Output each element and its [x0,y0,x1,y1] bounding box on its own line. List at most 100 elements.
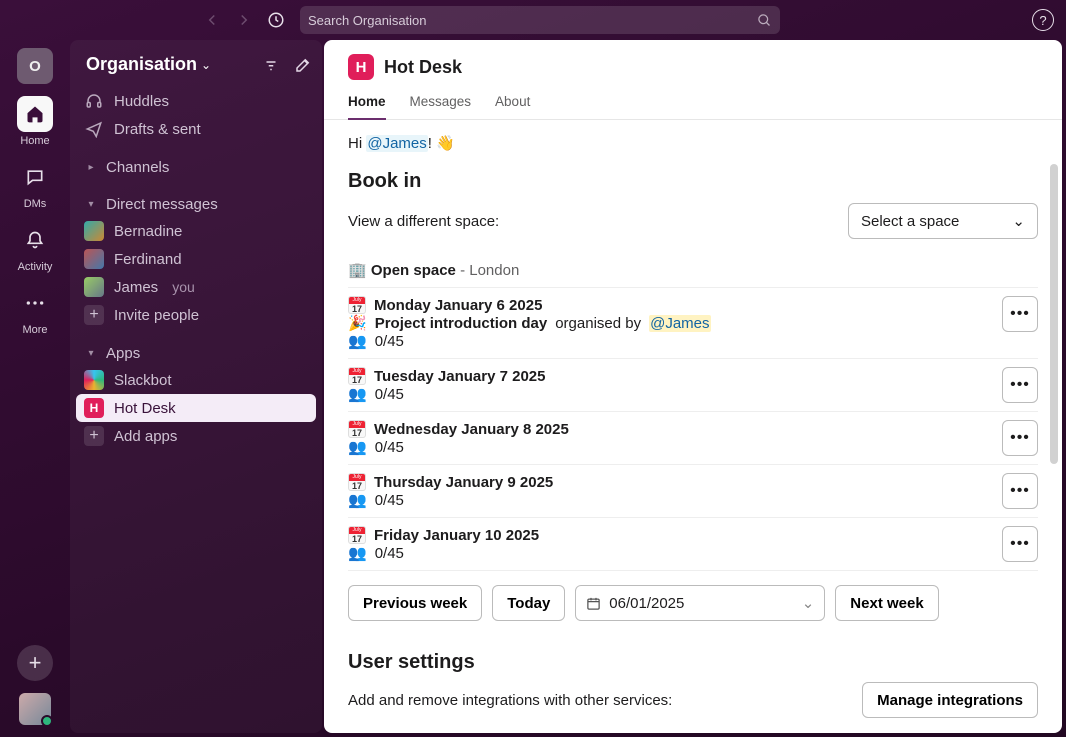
sidebar-add-apps[interactable]: + Add apps [70,422,322,450]
rail-label: More [22,324,47,336]
rail-item-more[interactable]: More [17,285,53,336]
day-date: Wednesday January 8 2025 [374,421,569,438]
dm-avatar [84,277,104,297]
today-button[interactable]: Today [492,585,565,621]
view-space-label: View a different space: [348,213,499,230]
people-emoji: 👥 [348,385,367,403]
add-workspace-button[interactable]: + [17,645,53,681]
dm-name: Bernadine [114,223,182,240]
occupancy-count: 0/45 [375,386,404,403]
booking-day: July17Thursday January 9 2025👥0/45••• [348,465,1038,518]
workspace-tile[interactable]: O [17,48,53,84]
booking-day: July17Wednesday January 8 2025👥0/45••• [348,412,1038,465]
booking-day: July17Tuesday January 7 2025👥0/45••• [348,359,1038,412]
previous-week-button[interactable]: Previous week [348,585,482,621]
rail: O Home DMs Activity More + [0,40,70,733]
bookin-heading: Book in [348,170,1038,193]
sidebar-item-label: Add apps [114,428,177,445]
history-button[interactable] [264,8,288,32]
compose-button[interactable] [294,56,312,74]
workspace-name[interactable]: Organisation [86,54,197,75]
plus-icon: + [84,426,104,446]
tab-home[interactable]: Home [348,88,386,119]
sidebar-dm-item[interactable]: Bernadine [70,217,322,245]
sidebar-item-label: Huddles [114,93,169,110]
date-picker[interactable]: 06/01/2025 ⌄ [575,585,825,621]
select-space-dropdown[interactable]: Select a space ⌄ [848,203,1038,239]
mention[interactable]: @James [366,135,427,152]
calendar-icon: July17 [348,526,366,544]
status-indicator [41,715,53,727]
manage-integrations-button[interactable]: Manage integrations [862,682,1038,718]
day-date: Monday January 6 2025 [374,297,542,314]
app-title: Hot Desk [384,57,462,78]
mention[interactable]: @James [649,315,710,332]
select-value: Select a space [861,213,959,230]
occupancy-count: 0/45 [375,333,404,350]
chevron-down-icon: ⌄ [802,594,815,612]
dm-avatar [84,249,104,269]
sidebar: Organisation ⌄ Huddles Drafts & sent ▸ C… [70,40,322,733]
people-emoji: 👥 [348,491,367,509]
building-emoji: 🏢 [348,262,367,279]
search-icon [757,13,772,28]
user-avatar[interactable] [19,693,51,725]
next-week-button[interactable]: Next week [835,585,938,621]
occupancy-count: 0/45 [375,439,404,456]
rail-label: Activity [18,261,53,273]
calendar-icon: July17 [348,296,366,314]
sidebar-section-direct-messages[interactable]: ▾ Direct messages [70,190,322,217]
user-settings-heading: User settings [348,651,1038,674]
occupancy-count: 0/45 [375,492,404,509]
day-date: Friday January 10 2025 [374,527,539,544]
people-emoji: 👥 [348,544,367,562]
dm-name: James [114,279,158,296]
sidebar-section-apps[interactable]: ▾ Apps [70,339,322,366]
sidebar-app-item[interactable]: Slackbot [70,366,322,394]
you-label: you [172,279,195,295]
rail-label: DMs [24,198,47,210]
people-emoji: 👥 [348,332,367,350]
nav-back-button[interactable] [200,8,224,32]
integrations-text: Add and remove integrations with other s… [348,692,672,709]
dm-avatar [84,221,104,241]
organised-by-label: organised by [555,315,641,332]
booking-day: July17 Monday January 6 2025 🎉 Project intr… [348,288,1038,359]
sidebar-section-channels[interactable]: ▸ Channels [70,153,322,180]
people-emoji: 👥 [348,438,367,456]
rail-item-activity[interactable]: Activity [17,222,53,273]
day-actions-button[interactable]: ••• [1002,473,1038,509]
space-location: - London [456,262,519,279]
booking-day: July17Friday January 10 2025👥0/45••• [348,518,1038,571]
app-name: Slackbot [114,372,172,389]
day-actions-button[interactable]: ••• [1002,367,1038,403]
sidebar-item-drafts[interactable]: Drafts & sent [70,115,322,143]
day-actions-button[interactable]: ••• [1002,526,1038,562]
day-actions-button[interactable]: ••• [1002,420,1038,456]
rail-item-home[interactable]: Home [17,96,53,147]
event-name: Project introduction day [375,315,548,332]
tab-messages[interactable]: Messages [410,88,472,119]
space-heading: 🏢 Open space - London [348,253,1038,287]
sidebar-dm-item[interactable]: Ferdinand [70,245,322,273]
party-emoji: 🎉 [348,314,367,332]
scrollbar[interactable] [1050,164,1058,464]
tab-about[interactable]: About [495,88,530,119]
help-button[interactable]: ? [1032,9,1054,31]
day-actions-button[interactable]: ••• [1002,296,1038,332]
sidebar-item-huddles[interactable]: Huddles [70,87,322,115]
plus-icon: + [84,305,104,325]
caret-down-icon: ▾ [84,199,98,210]
sidebar-dm-item[interactable]: James you [70,273,322,301]
rail-label: Home [20,135,49,147]
day-date: Thursday January 9 2025 [374,474,553,491]
nav-forward-button[interactable] [232,8,256,32]
app-icon [84,370,104,390]
search-input[interactable]: Search Organisation [300,6,780,34]
app-icon: H [84,398,104,418]
filter-button[interactable] [262,56,280,74]
chevron-down-icon: ⌄ [201,58,211,72]
rail-item-dms[interactable]: DMs [17,159,53,210]
sidebar-invite-people[interactable]: + Invite people [70,301,322,329]
sidebar-app-item[interactable]: HHot Desk [76,394,316,422]
